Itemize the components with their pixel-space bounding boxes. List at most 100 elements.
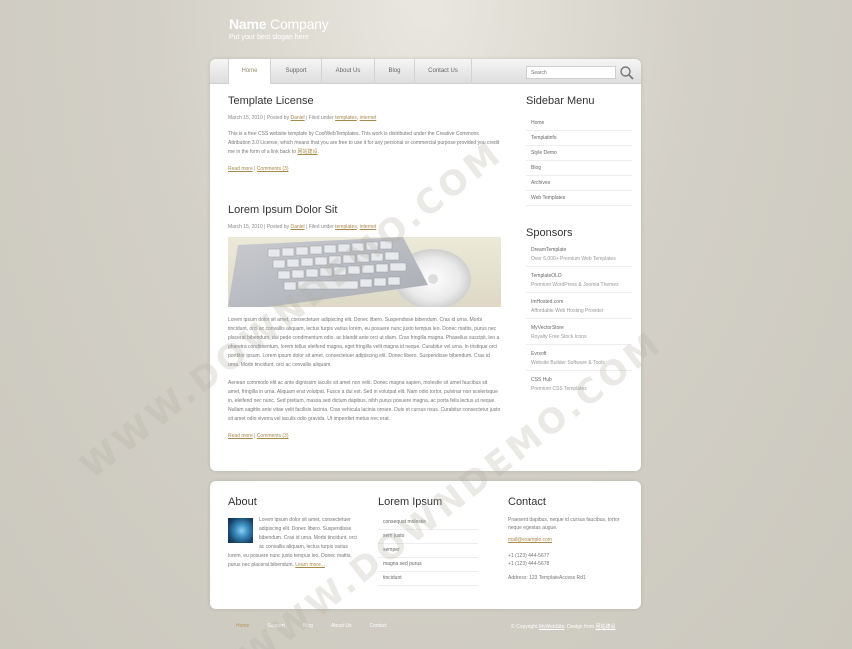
sidebar-menu: Home Templatinfo Style Demo Blog Archive…: [526, 116, 632, 206]
post-tag-link[interactable]: internet: [360, 224, 377, 230]
nav-tab-about-us[interactable]: About Us: [322, 59, 375, 84]
nav-tab-home[interactable]: Home: [228, 59, 271, 84]
copyright-site-link[interactable]: MyWebSite: [539, 624, 564, 630]
sponsor-desc: Affordable Web Hosting Provider: [531, 308, 604, 314]
sponsor-item[interactable]: ImHosted.com Affordable Web Hosting Provi…: [526, 299, 632, 319]
search-icon[interactable]: [619, 65, 635, 81]
post-tag-link[interactable]: templates: [335, 224, 357, 230]
footer-contact: Contact Praesent dapibus, neque id cursu…: [508, 496, 633, 582]
filed-under-label: Filed under: [308, 115, 334, 121]
sidebar-item-web-templates[interactable]: Web Templates: [526, 191, 632, 206]
lorem-list-item[interactable]: sem justo: [378, 530, 478, 544]
post-footer-links: Read more | Comments (3): [228, 433, 289, 439]
site-slogan: Put your best slogan here: [229, 34, 309, 41]
sidebar-item-templatinfo[interactable]: Templatinfo: [526, 131, 632, 146]
sponsor-name[interactable]: CSS Hub: [531, 377, 632, 383]
post-author-link[interactable]: Daniel: [290, 115, 304, 121]
post-title[interactable]: Template License: [228, 95, 501, 107]
search-input[interactable]: [526, 66, 616, 79]
contact-phone: +1 (123) 444-5678: [508, 561, 550, 567]
contact-phone: +1 (123) 444-5677: [508, 553, 550, 559]
sponsor-desc: Over 6,000+ Premium Web Templates: [531, 256, 616, 262]
nav-tab-support[interactable]: Support: [271, 59, 322, 84]
sponsor-name[interactable]: ImHosted.com: [531, 299, 632, 305]
post-tag-link[interactable]: templates: [335, 115, 357, 121]
nav-tab-blog[interactable]: Blog: [375, 59, 415, 84]
sponsors-title: Sponsors: [526, 227, 573, 239]
about-image: [228, 518, 253, 543]
post-body-paragraph: Lorem ipsum dolor sit amet, consectetuer…: [228, 317, 500, 368]
contact-email-link[interactable]: mail@example.com: [508, 536, 633, 544]
post-date: March 15, 2010: [228, 115, 263, 121]
about-text-block: Lorem ipsum dolor sit amet, consectetuer…: [228, 516, 363, 570]
post-body: This is a free CSS website template by C…: [228, 131, 500, 155]
comments-link[interactable]: Comments (3): [257, 166, 289, 172]
about-learn-more-link[interactable]: Learn more...: [295, 562, 325, 568]
contact-title: Contact: [508, 496, 546, 508]
post-lorem-ipsum: Lorem Ipsum Dolor Sit March 15, 2010 | P…: [228, 204, 501, 439]
read-more-link[interactable]: Read more: [228, 433, 253, 439]
posts-column: Template License March 15, 2010 | Posted…: [228, 95, 501, 439]
sidebar-item-home[interactable]: Home: [526, 116, 632, 131]
post-body-paragraph: Aenean commodo elit ac ante dignissim ia…: [228, 380, 501, 422]
post-meta: March 15, 2010 | Posted by Daniel | File…: [228, 115, 377, 121]
lorem-list-item[interactable]: semper: [378, 544, 478, 558]
sponsor-name[interactable]: MyVectorStore: [531, 325, 632, 331]
sponsor-desc: Website Builder Software & Tools: [531, 360, 605, 366]
post-date: March 15, 2010: [228, 224, 263, 230]
sponsor-desc: Royalty Free Stock Icons: [531, 334, 587, 340]
sponsor-item[interactable]: DreamTemplate Over 6,000+ Premium Web Tem…: [526, 247, 632, 267]
sidebar-item-style-demo[interactable]: Style Demo: [526, 146, 632, 161]
nav-tab-contact-us[interactable]: Contact Us: [415, 59, 472, 84]
nav-tabs: Home Support About Us Blog Contact Us: [228, 59, 472, 84]
lorem-title: Lorem Ipsum: [378, 496, 443, 508]
filed-under-label: Filed under: [308, 224, 334, 230]
about-title: About: [228, 496, 257, 508]
copyright-design-link[interactable]: 网站建设: [595, 624, 615, 630]
lorem-list-item[interactable]: consequat molestie: [378, 516, 478, 530]
footer-about: About Lorem ipsum dolor sit amet, consec…: [228, 496, 363, 570]
copyright-prefix: © Copyright: [511, 624, 538, 630]
bottom-nav-about-us[interactable]: About Us: [331, 623, 352, 629]
bottom-nav-support[interactable]: Support: [267, 623, 285, 629]
footer-lorem-ipsum: Lorem Ipsum consequat molestie sem justo…: [378, 496, 478, 586]
sponsor-item[interactable]: CSS Hub Premium CSS Templates: [526, 377, 632, 396]
post-author-link[interactable]: Daniel: [290, 224, 304, 230]
sponsor-name[interactable]: DreamTemplate: [531, 247, 632, 253]
top-navigation: Home Support About Us Blog Contact Us: [210, 59, 641, 84]
read-more-link[interactable]: Read more: [228, 166, 253, 172]
comments-link[interactable]: Comments (3): [257, 433, 289, 439]
sponsor-item[interactable]: MyVectorStore Royalty Free Stock Icons: [526, 325, 632, 345]
post-template-license: Template License March 15, 2010 | Posted…: [228, 95, 501, 172]
bottom-nav-blog[interactable]: Blog: [303, 623, 313, 629]
post-meta: March 15, 2010 | Posted by Daniel | File…: [228, 224, 377, 230]
site-logo[interactable]: Name Company: [229, 16, 329, 32]
sidebar: Sidebar Menu Home Templatinfo Style Demo…: [526, 95, 632, 396]
posted-by-label: Posted by: [266, 224, 290, 230]
sidebar-menu-title: Sidebar Menu: [526, 95, 595, 107]
bottom-nav-contact[interactable]: Contact: [369, 623, 386, 629]
sponsors-list: DreamTemplate Over 6,000+ Premium Web Tem…: [526, 247, 632, 396]
sponsor-desc: Premium WordPress & Joomla Themes: [531, 282, 619, 288]
sponsor-item[interactable]: Evrsoft Website Builder Software & Tools: [526, 351, 632, 371]
bottom-nav-home[interactable]: Home: [236, 623, 249, 629]
sidebar-item-blog[interactable]: Blog: [526, 161, 632, 176]
post-body-text: This is a free CSS website template by C…: [228, 131, 500, 155]
lorem-list: consequat molestie sem justo semper magn…: [378, 516, 478, 586]
sponsor-name[interactable]: Evrsoft: [531, 351, 632, 357]
lorem-list-item[interactable]: tincidunt: [378, 572, 478, 586]
sponsor-desc: Premium CSS Templates: [531, 386, 587, 392]
post-tag-link[interactable]: internet: [360, 115, 377, 121]
post-footer-links: Read more | Comments (3): [228, 166, 289, 172]
footer-card: About Lorem ipsum dolor sit amet, consec…: [210, 481, 641, 609]
copyright-mid: . Design from: [564, 624, 595, 630]
sponsor-item[interactable]: TemplateOLD Premium WordPress & Joomla Th…: [526, 273, 632, 293]
body-link[interactable]: 网站建设: [297, 149, 317, 155]
sidebar-item-archives[interactable]: Archives: [526, 176, 632, 191]
laptop-keyboard-image: [228, 237, 501, 307]
lorem-list-item[interactable]: magna sed purus: [378, 558, 478, 572]
sponsor-name[interactable]: TemplateOLD: [531, 273, 632, 279]
posted-by-label: Posted by: [266, 115, 290, 121]
post-title[interactable]: Lorem Ipsum Dolor Sit: [228, 204, 501, 216]
site-header: Name Company Put your best slogan here: [229, 16, 329, 41]
